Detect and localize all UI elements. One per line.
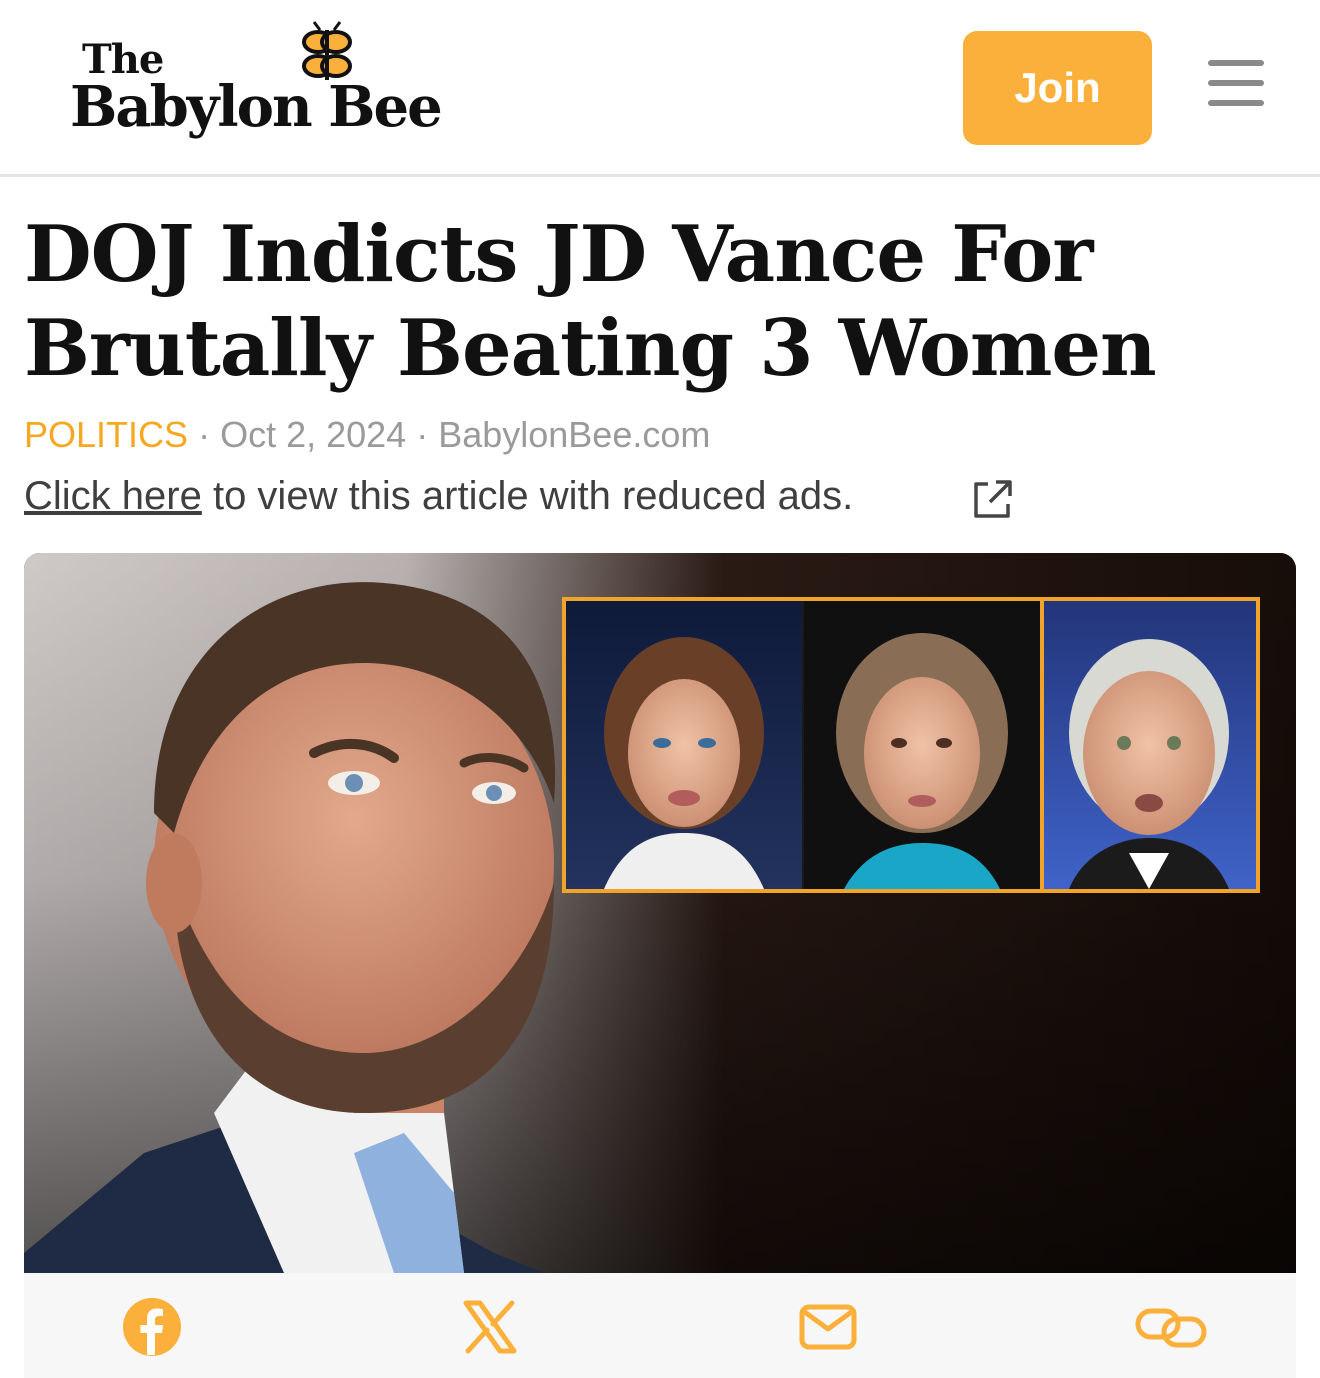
article-meta: POLITICS · Oct 2, 2024 · BabylonBee.com xyxy=(24,414,710,456)
article-date: Oct 2, 2024 xyxy=(220,414,407,455)
email-icon[interactable] xyxy=(798,1297,858,1357)
site-logo[interactable]: The Babylon Bee xyxy=(70,18,470,148)
logo-text-name: Babylon Bee xyxy=(70,74,443,140)
link-icon[interactable] xyxy=(1134,1297,1210,1357)
article-category[interactable]: POLITICS xyxy=(24,414,188,455)
external-link-icon[interactable] xyxy=(970,478,1014,522)
article-hero-image[interactable] xyxy=(24,553,1296,1273)
inset-panel xyxy=(562,597,1260,893)
reduced-ads-link[interactable]: Click here xyxy=(24,474,202,518)
reduced-ads-text: to view this article with reduced ads. xyxy=(201,474,854,518)
article-photo xyxy=(24,553,1296,1273)
facebook-icon[interactable] xyxy=(122,1297,182,1357)
meta-separator: · xyxy=(416,414,439,455)
article-headline: DOJ Indicts JD Vance For Brutally Beatin… xyxy=(24,209,1157,394)
site-header: The Babylon Bee Join xyxy=(0,0,1320,177)
meta-separator: · xyxy=(198,414,221,455)
x-icon[interactable] xyxy=(460,1297,520,1357)
reduced-ads-notice: Click here to view this article with red… xyxy=(24,474,853,519)
join-button[interactable]: Join xyxy=(963,31,1152,145)
share-bar xyxy=(24,1273,1296,1378)
hamburger-menu-icon[interactable] xyxy=(1208,60,1264,106)
article-source: BabylonBee.com xyxy=(438,414,711,455)
